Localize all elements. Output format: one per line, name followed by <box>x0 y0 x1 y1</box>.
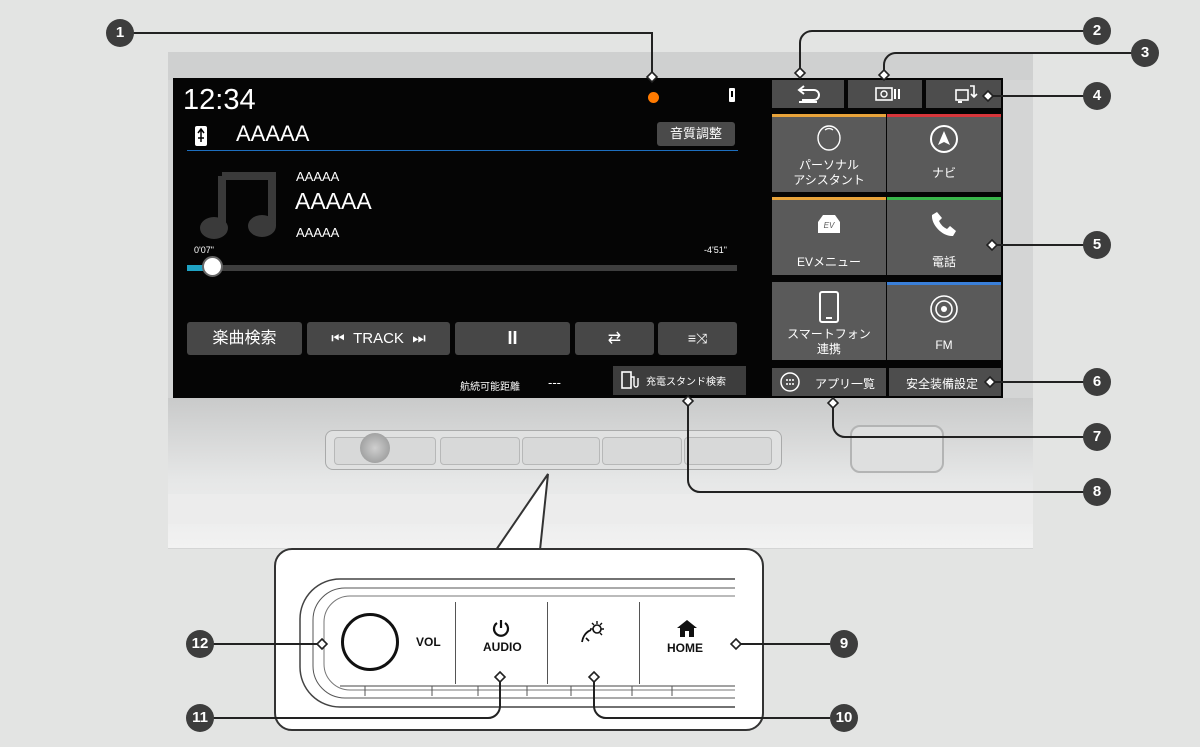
callout-lines <box>130 30 1143 719</box>
callout-badge: 3 <box>1131 39 1159 67</box>
callout-badge: 7 <box>1083 423 1111 451</box>
callout-badge: 11 <box>186 704 214 732</box>
callout-badge: 6 <box>1083 368 1111 396</box>
callout-badge: 12 <box>186 630 214 658</box>
callout-badge: 4 <box>1083 82 1111 110</box>
callout-badge: 1 <box>106 19 134 47</box>
callout-badge: 9 <box>830 630 858 658</box>
callout-badge: 8 <box>1083 478 1111 506</box>
callout-badge: 2 <box>1083 17 1111 45</box>
callout-badge: 10 <box>830 704 858 732</box>
callout-badge: 5 <box>1083 231 1111 259</box>
